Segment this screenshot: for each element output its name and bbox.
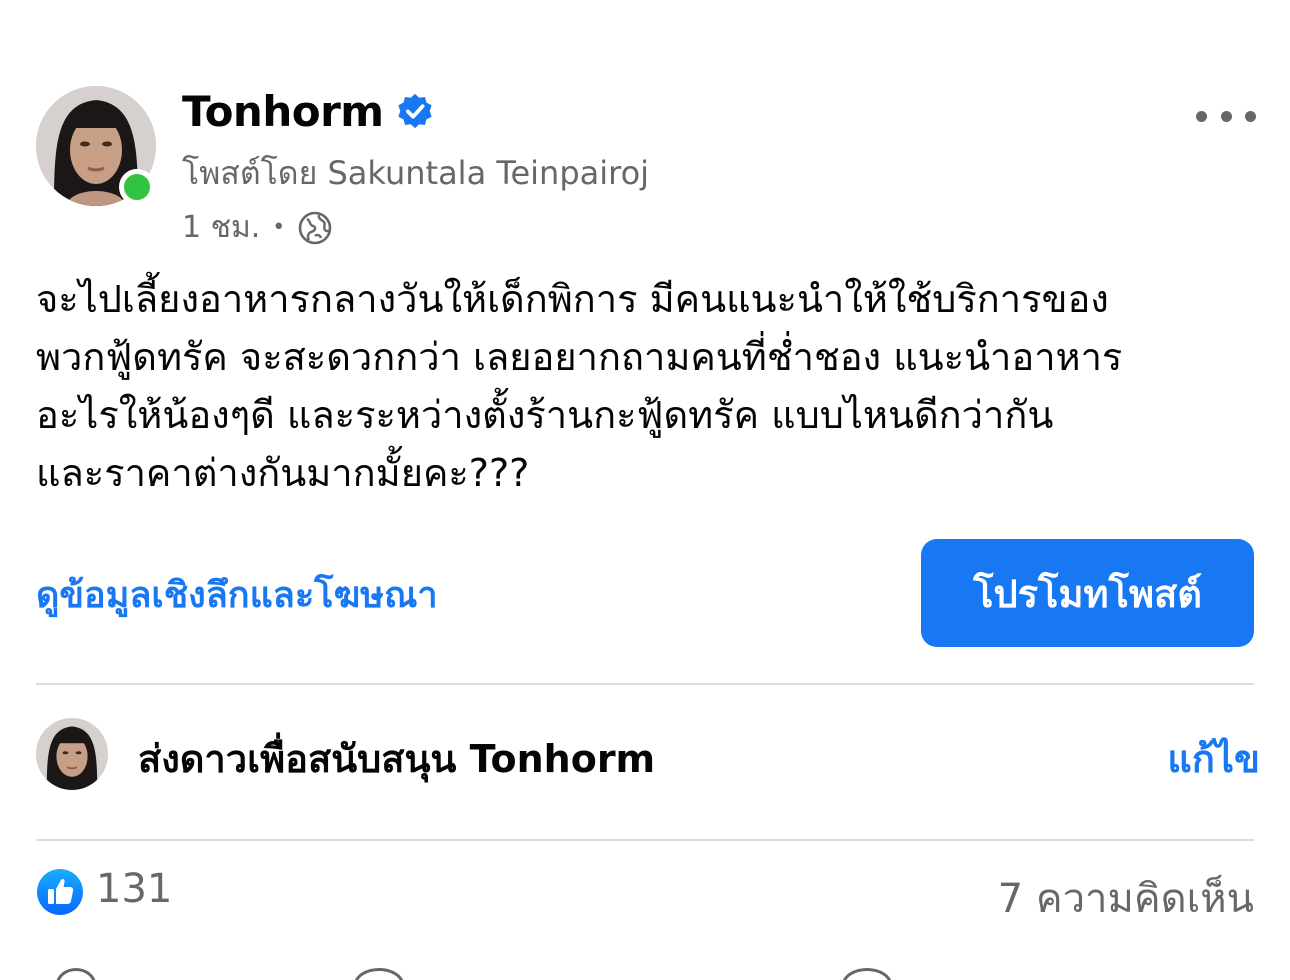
post-header: Tonhorm โพสต์โดย Sakuntala Teinpairoj 1 … xyxy=(36,86,1256,246)
edit-stars-link[interactable]: แก้ไข xyxy=(1167,728,1260,789)
more-options-button[interactable] xyxy=(1196,98,1256,134)
author-name[interactable]: Tonhorm xyxy=(182,87,384,136)
stars-support-label: ส่งดาวเพื่อสนับสนุน Tonhorm xyxy=(138,737,656,781)
posted-by-text: โพสต์โดย Sakuntala Teinpairoj xyxy=(182,154,650,192)
comment-count[interactable]: 7 ความคิดเห็น xyxy=(998,866,1254,930)
divider xyxy=(36,683,1254,685)
author-line: Tonhorm xyxy=(182,86,434,136)
online-status-dot xyxy=(119,169,155,205)
more-dot xyxy=(1245,110,1256,122)
verified-badge-icon xyxy=(397,93,432,129)
post-body-text: จะไปเลี้ยงอาหารกลางวันให้เด็กพิการ มีคนแ… xyxy=(36,277,1123,495)
more-dot xyxy=(1196,110,1207,122)
stars-support-row[interactable]: ส่งดาวเพื่อสนับสนุน Tonhorm แก้ไข xyxy=(36,718,1260,794)
action-bar-peek xyxy=(36,962,1254,980)
comment-action-icon[interactable] xyxy=(354,968,404,980)
like-icon[interactable] xyxy=(36,868,84,916)
globe-icon[interactable] xyxy=(297,210,333,246)
post-meta: 1 ชม. • xyxy=(182,204,333,251)
meta-separator: • xyxy=(272,215,286,240)
share-action-icon[interactable] xyxy=(842,968,892,980)
reactions-summary-row: 131 7 ความคิดเห็น xyxy=(36,862,1254,922)
like-action-icon[interactable] xyxy=(56,968,96,980)
avatar xyxy=(36,718,108,790)
post-time[interactable]: 1 ชม. xyxy=(182,204,260,251)
post-page: Tonhorm โพสต์โดย Sakuntala Teinpairoj 1 … xyxy=(0,0,1290,980)
like-count[interactable]: 131 xyxy=(96,866,172,912)
more-dot xyxy=(1220,110,1232,122)
promote-post-button[interactable]: โปรโมทโพสต์ xyxy=(921,539,1254,647)
author-avatar-wrap[interactable] xyxy=(36,86,156,206)
divider xyxy=(36,839,1254,841)
insights-and-ads-link[interactable]: ดูข้อมูลเชิงลึกและโฆษณา xyxy=(36,566,438,623)
avatar-portrait xyxy=(36,718,108,790)
